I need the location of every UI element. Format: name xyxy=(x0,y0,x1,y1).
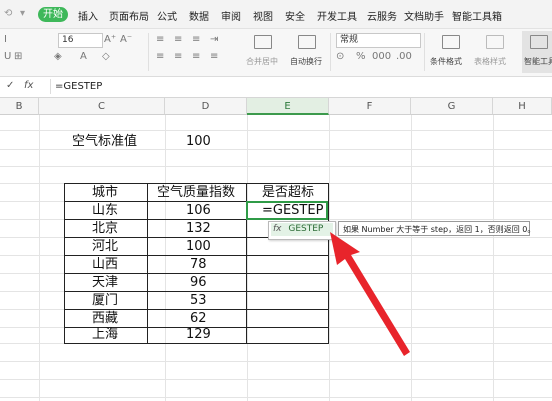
align-top-icon[interactable]: ≡ xyxy=(156,34,164,45)
checkmark-icon[interactable]: ✓ xyxy=(6,80,14,91)
column-header-h[interactable]: H xyxy=(493,98,552,115)
tab-page-layout[interactable]: 页面布局 xyxy=(109,8,149,23)
table-row-city[interactable]: 上海 xyxy=(92,327,118,343)
tab-review[interactable]: 审阅 xyxy=(221,8,241,23)
formula-input[interactable]: =GESTEP xyxy=(50,79,552,94)
function-tooltip: 如果 Number 大于等于 step，返回 1，否则返回 0。 xyxy=(338,221,535,236)
table-row-aqi[interactable]: 132 xyxy=(186,221,211,237)
align-left-icon[interactable]: ≡ xyxy=(156,51,164,62)
tab-doc-helper[interactable]: 文档助手 xyxy=(404,8,444,23)
column-header-e[interactable]: E xyxy=(247,98,329,115)
table-row-city[interactable]: 山东 xyxy=(92,203,118,219)
tab-developer[interactable]: 开发工具 xyxy=(317,8,357,23)
header-city[interactable]: 城市 xyxy=(92,185,118,201)
decimal-icon[interactable]: .00 xyxy=(396,51,412,62)
table-row-aqi[interactable]: 129 xyxy=(186,327,211,343)
tab-view[interactable]: 视图 xyxy=(253,8,273,23)
table-row-aqi[interactable]: 53 xyxy=(190,293,207,309)
tab-cloud[interactable]: 云服务 xyxy=(367,8,397,23)
indent-icon[interactable]: ⇥ xyxy=(210,34,218,45)
table-row-city[interactable]: 山西 xyxy=(92,257,118,273)
fill-color-icon[interactable]: ◈ xyxy=(54,51,62,62)
dropdown-icon[interactable]: ▾ xyxy=(20,8,25,19)
align-bottom-icon[interactable]: ≡ xyxy=(192,34,200,45)
autocomplete-item-gestep[interactable]: fx GESTEP xyxy=(271,223,333,236)
function-autocomplete: fx GESTEP xyxy=(268,221,336,240)
table-row-city[interactable]: 西藏 xyxy=(92,311,118,327)
column-header-b[interactable]: B xyxy=(0,98,39,115)
table-row-city[interactable]: 厦门 xyxy=(92,293,118,309)
justify-icon[interactable]: ≡ xyxy=(210,51,218,62)
divider xyxy=(330,33,331,71)
ribbon: I U ⊞ 16 A⁺ A⁻ ◈ A ◇ ≡ ≡ ≡ ⇥ ≡ ≡ ≡ ≡ 合并居… xyxy=(0,29,552,77)
table-row-aqi[interactable]: 100 xyxy=(186,239,211,255)
divider xyxy=(148,33,149,71)
menu-bar: ⟲ ▾ 开始 插入 页面布局 公式 数据 审阅 视图 安全 开发工具 云服务 文… xyxy=(0,0,552,29)
table-row-aqi[interactable]: 78 xyxy=(190,257,207,273)
tab-formula[interactable]: 公式 xyxy=(157,8,177,23)
table-row-aqi[interactable]: 96 xyxy=(190,275,207,291)
header-over-standard[interactable]: 是否超标 xyxy=(262,185,314,201)
font-color-icon[interactable]: A xyxy=(80,51,87,62)
tab-security[interactable]: 安全 xyxy=(285,8,305,23)
table-row-aqi[interactable]: 106 xyxy=(186,203,211,219)
table-row-city[interactable]: 天津 xyxy=(92,275,118,291)
column-header-d[interactable]: D xyxy=(165,98,247,115)
clear-icon[interactable]: ◇ xyxy=(102,51,110,62)
font-grow-icon[interactable]: A⁺ xyxy=(104,34,116,45)
fx-icon: fx xyxy=(273,224,282,234)
undo-icon[interactable]: ⟲ xyxy=(4,8,12,19)
italic-icon[interactable]: I xyxy=(4,34,7,45)
table-row-city[interactable]: 河北 xyxy=(92,239,118,255)
wrap-text-icon[interactable] xyxy=(298,35,316,49)
table-style-icon[interactable] xyxy=(486,35,504,49)
smart-tools-button[interactable]: 智能工具 xyxy=(524,56,552,67)
tab-smart-toolbox[interactable]: 智能工具箱 xyxy=(452,8,502,23)
table-style-button[interactable]: 表格样式 xyxy=(474,56,506,67)
standard-value-cell[interactable]: 100 xyxy=(186,134,211,150)
align-center-icon[interactable]: ≡ xyxy=(174,51,182,62)
divider xyxy=(424,33,425,71)
thousands-icon[interactable]: 000 xyxy=(372,51,391,62)
column-header-f[interactable]: F xyxy=(329,98,411,115)
tab-start[interactable]: 开始 xyxy=(38,7,68,22)
align-middle-icon[interactable]: ≡ xyxy=(174,34,182,45)
fx-icon[interactable]: fx xyxy=(24,80,33,91)
underline-icon[interactable]: U xyxy=(4,51,11,62)
active-cell-formula[interactable]: =GESTEP xyxy=(262,203,323,218)
standard-label-cell[interactable]: 空气标准值 xyxy=(72,134,137,150)
column-header-g[interactable]: G xyxy=(411,98,493,115)
merge-center-icon[interactable] xyxy=(254,35,272,49)
tab-data[interactable]: 数据 xyxy=(189,8,209,23)
autocomplete-label: GESTEP xyxy=(288,224,324,234)
align-right-icon[interactable]: ≡ xyxy=(192,51,200,62)
tab-insert[interactable]: 插入 xyxy=(78,8,98,23)
currency-icon[interactable]: ⊙ xyxy=(336,51,344,62)
header-aqi[interactable]: 空气质量指数 xyxy=(157,185,235,201)
table-row-aqi[interactable]: 62 xyxy=(190,311,207,327)
merge-center-button[interactable]: 合并居中 xyxy=(246,56,278,67)
conditional-format-icon[interactable] xyxy=(442,35,460,49)
table-row-city[interactable]: 北京 xyxy=(92,221,118,237)
smart-tools-icon[interactable] xyxy=(530,35,548,49)
formula-bar: ✓ fx =GESTEP xyxy=(0,77,552,98)
font-size-select[interactable]: 16 xyxy=(58,33,103,48)
conditional-format-button[interactable]: 条件格式 xyxy=(430,56,462,67)
wrap-text-button[interactable]: 自动换行 xyxy=(290,56,322,67)
column-header-c[interactable]: C xyxy=(39,98,165,115)
number-format-select[interactable]: 常规 xyxy=(336,33,421,48)
percent-icon[interactable]: % xyxy=(356,51,366,62)
border-icon[interactable]: ⊞ xyxy=(14,51,22,62)
font-shrink-icon[interactable]: A⁻ xyxy=(120,34,132,45)
